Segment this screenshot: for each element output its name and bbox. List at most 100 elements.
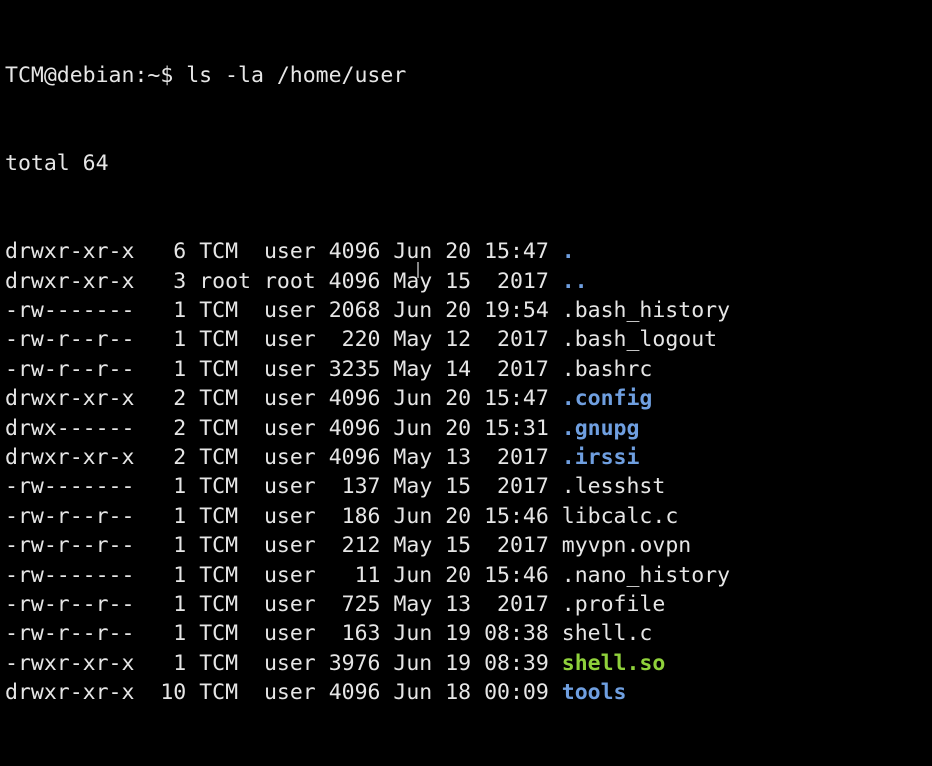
size-field: 4096 [328, 386, 381, 412]
group-field: user [263, 680, 316, 706]
link-count-field: 1 [173, 591, 187, 617]
listing-row: drwxr-xr-x 3 root root 4096 May 15 2017 … [5, 267, 932, 296]
listing-row: drwx------ 2 TCM user 4096 Jun 20 15:31 … [5, 414, 932, 443]
permissions-field: -rw-r--r-- [5, 621, 135, 647]
day-field: 15 [445, 474, 472, 500]
month-field: May [393, 591, 433, 617]
month-field: May [393, 327, 433, 353]
permissions-field: -rw------- [5, 298, 135, 323]
day-field: 20 [445, 503, 472, 529]
time-field: 2017 [497, 444, 549, 470]
file-name: .profile [561, 591, 666, 617]
file-name: .bashrc [561, 356, 653, 382]
permissions-field: -rw------- [5, 562, 135, 588]
file-name: .lesshst [561, 474, 666, 500]
month-field: Jun [393, 415, 433, 441]
group-field: user [263, 650, 316, 676]
terminal-window[interactable]: TCM@debian:~$ ls -la /home/user total 64… [0, 0, 932, 705]
day-field: 18 [445, 680, 472, 706]
time-field: 15:46 [484, 562, 549, 588]
size-field: 4096 [328, 268, 381, 294]
listing-row: drwxr-xr-x 10 TCM user 4096 Jun 18 00:09… [5, 678, 932, 707]
listing-row: -rw-r--r-- 1 TCM user 725 May 13 2017 .p… [5, 590, 932, 619]
time-field: 2017 [497, 268, 549, 294]
listing-row: -rw-r--r-- 1 TCM user 163 Jun 19 08:38 s… [5, 619, 932, 648]
month-field: Jun [393, 562, 433, 588]
group-field: user [263, 621, 316, 647]
permissions-field: -rw-r--r-- [5, 591, 135, 617]
day-field: 12 [445, 327, 472, 353]
group-field: user [263, 239, 316, 265]
group-field: user [263, 327, 316, 353]
group-field: user [263, 591, 316, 617]
day-field: 13 [445, 444, 472, 470]
link-count-field: 1 [173, 503, 187, 529]
file-name: libcalc.c [561, 503, 679, 529]
link-count-field: 1 [173, 562, 187, 588]
month-field: Jun [393, 239, 433, 265]
command-line: TCM@debian:~$ ls -la /home/user [5, 61, 932, 90]
link-count-field: 2 [173, 444, 187, 470]
permissions-field: drwx------ [5, 415, 135, 441]
file-name: .irssi [561, 444, 640, 470]
day-field: 20 [445, 415, 472, 441]
listing-row: -rw-r--r-- 1 TCM user 220 May 12 2017 .b… [5, 325, 932, 354]
owner-field: TCM [199, 444, 239, 470]
time-field: 00:09 [484, 680, 549, 706]
shell-prompt: TCM@debian:~$ [5, 62, 187, 88]
owner-field: TCM [199, 474, 239, 500]
permissions-field: drwxr-xr-x [5, 386, 135, 412]
month-field: May [393, 356, 433, 382]
listing-row: drwxr-xr-x 2 TCM user 4096 May 13 2017 .… [5, 443, 932, 472]
size-field: 212 [341, 533, 381, 559]
permissions-field: -rw-r--r-- [5, 533, 135, 559]
group-field: user [263, 474, 316, 500]
time-field: 19:54 [484, 298, 549, 323]
time-field: 2017 [497, 591, 549, 617]
owner-field: TCM [199, 386, 239, 412]
link-count-field: 1 [173, 327, 187, 353]
permissions-field: drwxr-xr-x [5, 680, 135, 706]
owner-field: TCM [199, 356, 239, 382]
day-field: 14 [445, 356, 472, 382]
link-count-field: 6 [173, 239, 187, 265]
listing-row: -rw-r--r-- 1 TCM user 3235 May 14 2017 .… [5, 355, 932, 384]
owner-field: TCM [199, 680, 239, 706]
size-field: 3235 [328, 356, 381, 382]
time-field: 08:38 [484, 621, 549, 647]
size-field: 725 [341, 591, 381, 617]
day-field: 20 [445, 562, 472, 588]
size-field: 186 [341, 503, 381, 529]
owner-field: TCM [199, 503, 239, 529]
month-field: Jun [393, 680, 433, 706]
day-field: 15 [445, 533, 472, 559]
link-count-field: 1 [173, 650, 187, 676]
group-field: user [263, 415, 316, 441]
size-field: 11 [354, 562, 381, 588]
link-count-field: 2 [173, 415, 187, 441]
owner-field: root [199, 268, 251, 294]
owner-field: TCM [199, 327, 239, 353]
owner-field: TCM [199, 298, 239, 323]
time-field: 15:46 [484, 503, 549, 529]
permissions-field: -rw-r--r-- [5, 356, 135, 382]
time-field: 2017 [497, 533, 549, 559]
month-field: May [393, 268, 433, 294]
file-name: myvpn.ovpn [561, 533, 692, 559]
group-field: user [263, 356, 316, 382]
month-field: May [393, 444, 433, 470]
listing-row: -rwxr-xr-x 1 TCM user 3976 Jun 19 08:39 … [5, 649, 932, 678]
month-field: May [393, 533, 433, 559]
time-field: 2017 [497, 327, 549, 353]
month-field: Jun [393, 386, 433, 412]
owner-field: TCM [199, 650, 239, 676]
day-field: 19 [445, 650, 472, 676]
size-field: 4096 [328, 680, 381, 706]
group-field: user [263, 503, 316, 529]
link-count-field: 1 [173, 356, 187, 382]
file-name: shell.c [561, 621, 653, 647]
file-name: .nano_history [561, 562, 731, 588]
link-count-field: 1 [173, 533, 187, 559]
file-name: .bash_logout [561, 327, 718, 353]
month-field: May [393, 474, 433, 500]
